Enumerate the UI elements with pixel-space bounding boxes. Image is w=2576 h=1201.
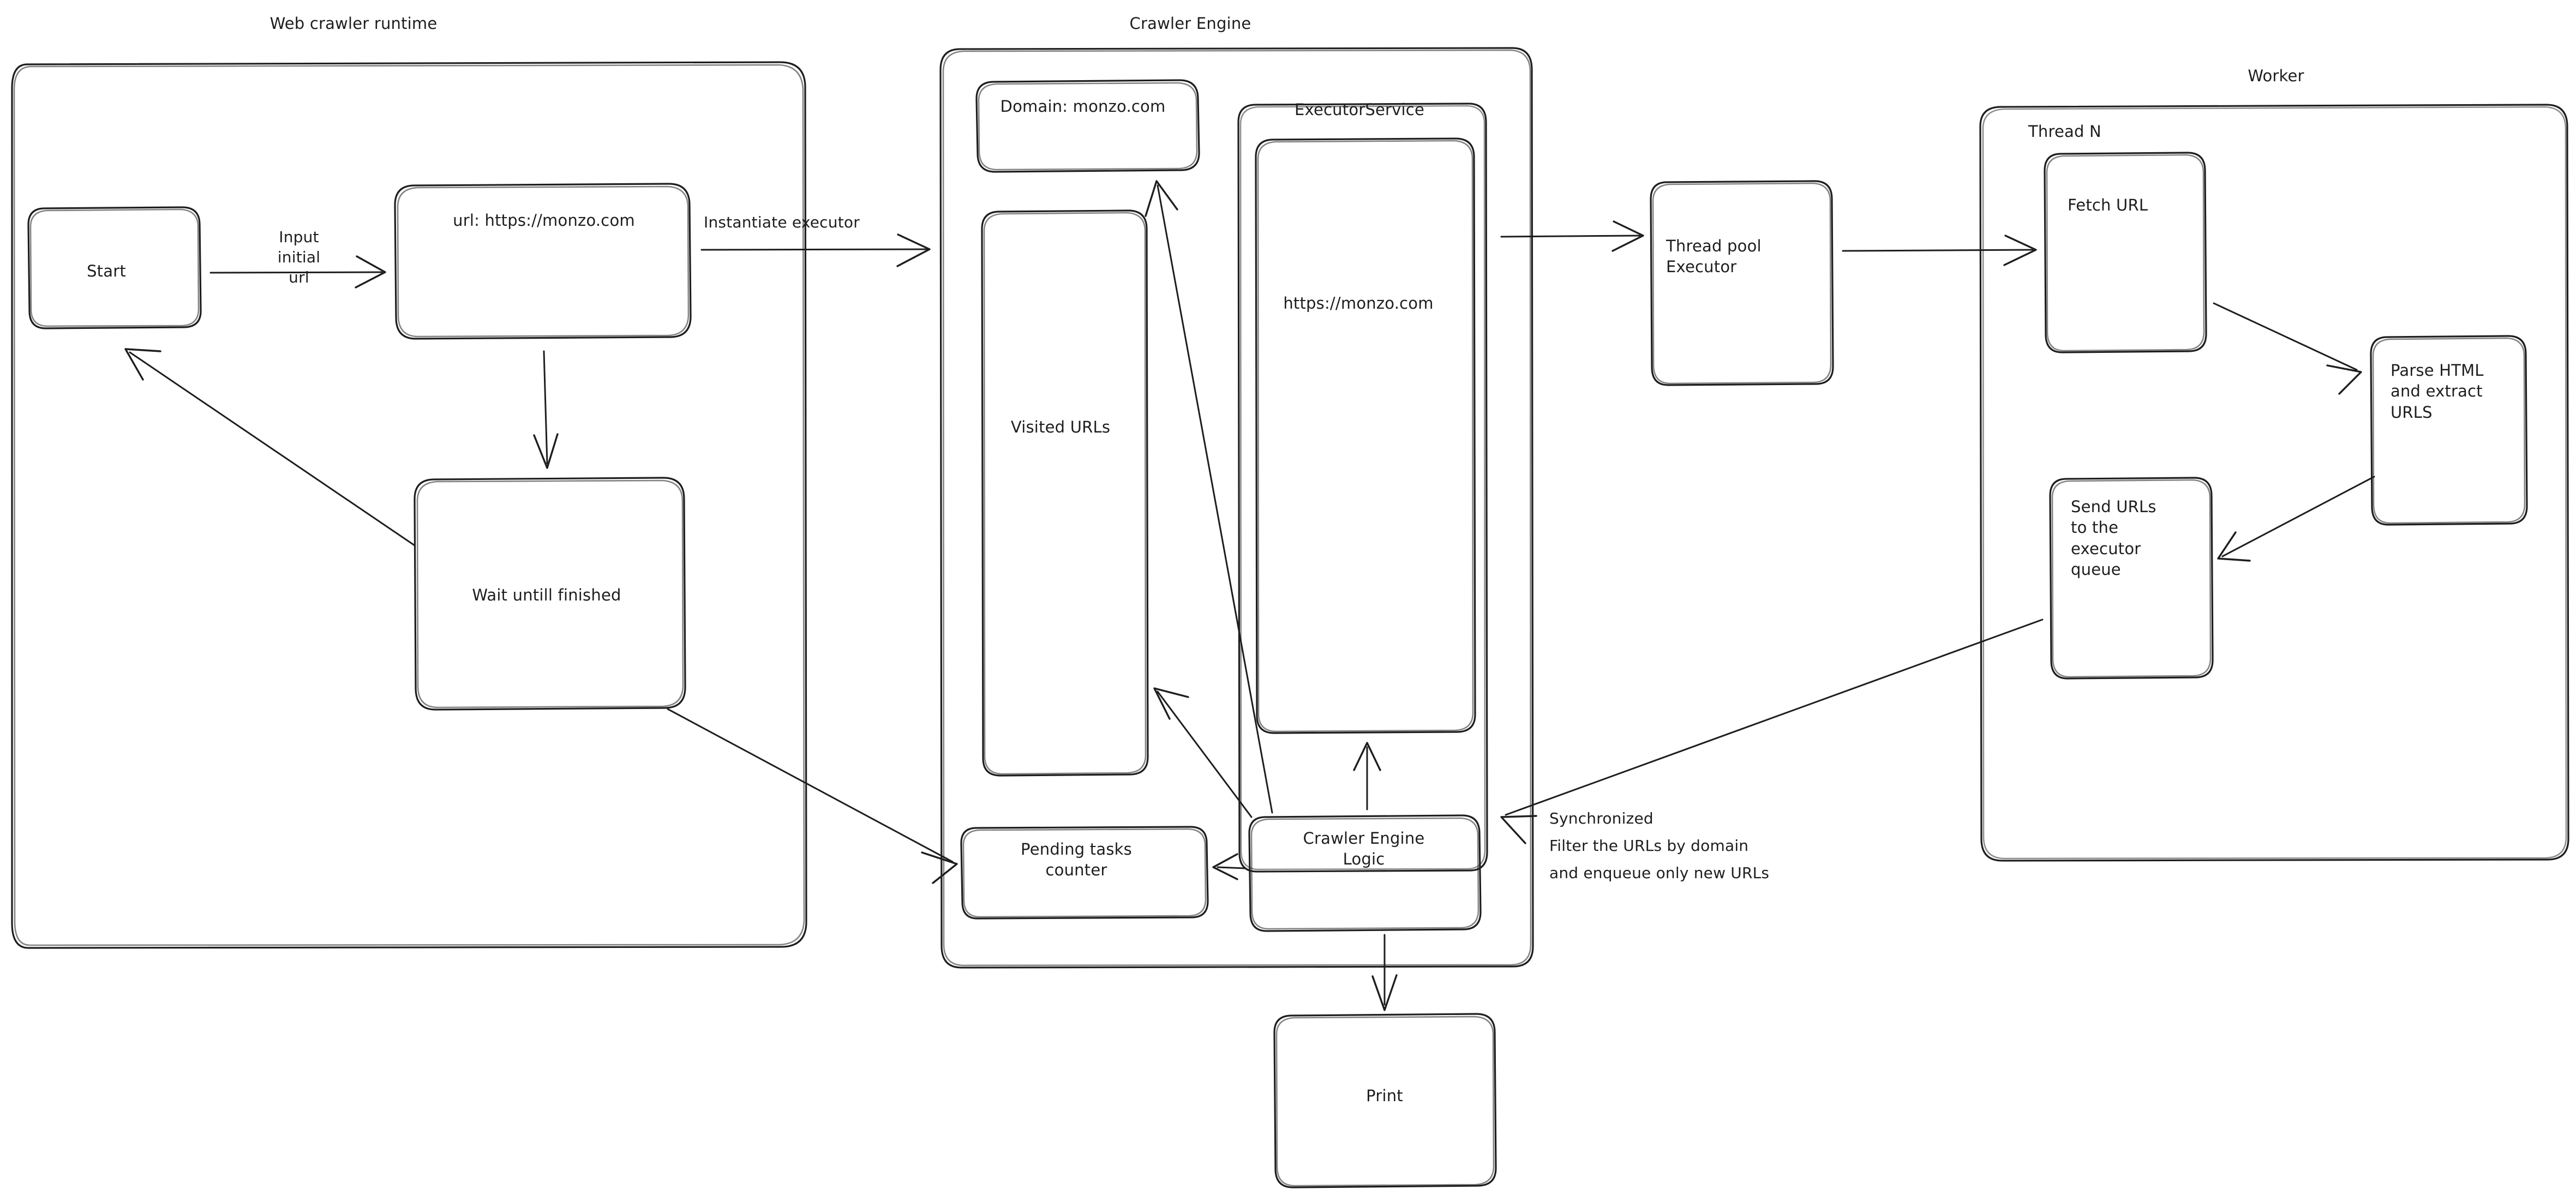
- node-visited-urls[interactable]: [981, 209, 1149, 777]
- edge-label-instantiate-executor: Instantiate executor: [704, 213, 860, 231]
- edge-parse-to-send: [2217, 476, 2375, 562]
- annotation-synchronized-line2: Filter the URLs by domain: [1549, 837, 1749, 855]
- edge-label-input-initial-url: Input initial url: [277, 228, 321, 286]
- node-label-domain: Domain: monzo.com: [1000, 97, 1166, 116]
- edge-logic-to-queue: [1353, 742, 1381, 810]
- diagram-canvas: Web crawler runtime Crawler Engine Execu…: [0, 0, 2576, 1201]
- node-label-url-input: url: https://monzo.com: [453, 211, 635, 230]
- group-title-thread-n: Thread N: [2028, 122, 2101, 141]
- group-title-executor-service: ExecutorService: [1295, 100, 1424, 119]
- edge-logic-to-domain: [1145, 180, 1273, 814]
- node-domain[interactable]: [975, 79, 1200, 173]
- node-label-pending-tasks-counter: Pending tasks counter: [1021, 840, 1132, 880]
- edge-wait-to-pending: [667, 708, 958, 884]
- annotation-synchronized-line3: and enqueue only new URLs: [1549, 864, 1770, 882]
- group-title-web-crawler-runtime: Web crawler runtime: [269, 14, 438, 33]
- edge-engine-to-threadpool: [1500, 220, 1644, 252]
- node-executor-queue-url[interactable]: [1255, 137, 1476, 734]
- diagram-sketch-layer: [11, 47, 2569, 1188]
- edge-logic-to-visited: [1153, 687, 1253, 818]
- node-label-print: Print: [1366, 1086, 1403, 1105]
- node-label-executor-queue-url: https://monzo.com: [1283, 294, 1434, 313]
- edge-wait-to-start: [124, 348, 416, 547]
- edge-url-to-wait: [533, 350, 559, 469]
- node-label-crawler-engine-logic: Crawler Engine Logic: [1303, 829, 1425, 869]
- node-label-wait-until-finished: Wait untill finished: [472, 586, 621, 604]
- node-label-visited-urls: Visited URLs: [1010, 418, 1111, 436]
- edge-threadpool-to-fetch: [1842, 235, 2037, 266]
- edge-url-to-engine: [700, 233, 931, 267]
- node-fetch-url[interactable]: [2044, 152, 2207, 353]
- node-thread-pool-executor[interactable]: [1650, 180, 1834, 386]
- group-executor-service: [1237, 103, 1488, 873]
- node-label-thread-pool-executor: Thread pool Executor: [1666, 237, 1762, 277]
- annotation-synchronized-line1: Synchronized: [1549, 809, 1654, 827]
- group-title-worker: Worker: [2248, 67, 2304, 85]
- node-label-send-urls: Send URLs to the executor queue: [2071, 497, 2156, 579]
- edge-fetch-to-parse: [2213, 302, 2362, 395]
- node-label-start: Start: [87, 262, 126, 280]
- group-title-crawler-engine: Crawler Engine: [1129, 14, 1251, 33]
- edge-logic-to-print: [1371, 934, 1398, 1011]
- node-label-parse-html: Parse HTML and extract URLS: [2391, 361, 2484, 422]
- group-worker: [1979, 104, 2569, 862]
- node-label-fetch-url: Fetch URL: [2068, 196, 2148, 214]
- node-url-input[interactable]: [394, 183, 692, 340]
